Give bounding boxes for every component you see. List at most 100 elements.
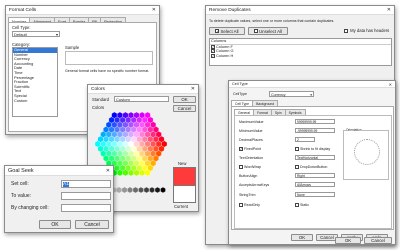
checkbox-icon[interactable]: ✓ — [211, 44, 215, 49]
ok-button[interactable]: OK — [173, 96, 196, 103]
to-value-input[interactable] — [61, 192, 111, 200]
colors-titlebar[interactable]: Colors ✕ — [88, 85, 198, 94]
shrink-to-fit-checkbox[interactable]: Shrink to fit display — [295, 147, 331, 152]
checkbox-icon[interactable]: ✓ — [211, 53, 215, 58]
column-label: Column H — [216, 52, 234, 58]
close-icon[interactable]: ✕ — [387, 7, 391, 13]
static-checkbox[interactable]: Static — [295, 203, 309, 208]
cell-type-label: Cell Type: — [12, 25, 31, 30]
maximum-value-field[interactable]: 99999999.99 — [295, 119, 335, 124]
format-cells-titlebar[interactable]: Format Cells ✕ — [6, 6, 159, 15]
minimum-value-label: MinimumValue — [239, 129, 263, 133]
orientation-label: Orientation — [346, 128, 362, 132]
close-icon[interactable]: ✕ — [152, 7, 156, 13]
remove-duplicates-ok-button[interactable]: OK — [335, 237, 361, 244]
fixed-point-label: FixedPoint — [244, 147, 261, 151]
grayscale-cell[interactable] — [138, 187, 144, 193]
close-icon[interactable]: ✕ — [106, 168, 110, 174]
cell-type-titlebar[interactable]: Cell Type ✕ — [229, 81, 395, 88]
current-color-swatch — [173, 185, 196, 203]
sample-label: Sample — [65, 45, 80, 50]
goal-seek-title: Goal Seek — [8, 167, 34, 174]
close-icon[interactable]: ✕ — [191, 86, 195, 92]
grayscale-cell[interactable] — [149, 187, 155, 193]
accepts-arrow-keys-label: AcceptsArrowKeys — [239, 183, 270, 187]
static-label: Static — [300, 203, 309, 207]
goal-seek-titlebar[interactable]: Goal Seek ✕ — [5, 166, 113, 176]
accepts-arrow-keys-select[interactable]: AllArrows — [295, 182, 335, 187]
string-trim-value: None — [297, 193, 305, 197]
checkbox-icon: ✓ — [215, 29, 220, 33]
grayscale-cell[interactable] — [154, 187, 161, 193]
select-all-button[interactable]: ✓ Select All — [209, 27, 245, 35]
text-orientation-label: TextOrientation — [239, 156, 264, 160]
button-align-select[interactable]: Right — [295, 173, 335, 178]
changing-cell-input[interactable] — [61, 204, 111, 212]
dropdown-button-label: DropDownButton — [300, 165, 328, 169]
checkbox-icon — [254, 29, 259, 33]
colors-title: Colors — [91, 86, 105, 92]
unselect-all-button[interactable]: Unselect All — [248, 27, 288, 35]
word-wrap-checkbox[interactable]: WordWrap — [239, 165, 262, 170]
checkbox-icon — [344, 28, 348, 33]
minimum-value-field[interactable]: -99999999.99 — [295, 128, 335, 133]
close-icon[interactable]: ✕ — [389, 82, 392, 87]
string-trim-select[interactable]: None — [295, 192, 335, 197]
remove-duplicates-cancel-button[interactable]: Cancel — [364, 237, 392, 244]
category-list[interactable]: General Number Currency Accounting Date … — [12, 47, 58, 117]
celltype-value: Currency — [271, 93, 286, 97]
cell-type-select[interactable]: Default ▾ — [12, 31, 60, 37]
remove-duplicates-instruction: To delete duplicate values, select one o… — [209, 19, 335, 23]
cell-type-value: Default — [14, 32, 27, 37]
button-align-label: ButtonAlign — [239, 174, 258, 178]
maximum-value-label: MaximumValue — [239, 120, 264, 124]
chevron-down-icon: ▾ — [310, 93, 312, 97]
dropdown-button-checkbox[interactable]: DropDownButton — [295, 165, 328, 170]
celltype-select[interactable]: Currency ▾ — [269, 91, 314, 97]
format-cells-title: Format Cells — [9, 7, 37, 13]
set-cell-input[interactable]: A1 — [61, 180, 111, 188]
custom-tab[interactable]: Custom — [114, 96, 169, 102]
colors-label: Colors — [92, 105, 105, 110]
sample-box — [65, 51, 153, 65]
accepts-arrow-keys-value: AllArrows — [297, 183, 311, 187]
general-panel: MaximumValue 99999999.99 MinimumValue -9… — [234, 115, 392, 229]
text-orientation-select[interactable]: TextHorizontal — [295, 155, 335, 160]
to-value-label: To value: — [11, 193, 32, 199]
goal-seek-dialog: Goal Seek ✕ Set cell: A1 To value: By ch… — [4, 165, 114, 233]
word-wrap-label: WordWrap — [244, 165, 262, 169]
checkbox-icon — [239, 165, 243, 170]
shrink-to-fit-label: Shrink to fit display — [300, 147, 331, 151]
grayscale-cell[interactable] — [132, 187, 139, 193]
cancel-button[interactable]: Cancel — [75, 220, 109, 229]
checkbox-icon[interactable]: ✓ — [211, 49, 215, 54]
checkbox-icon: ✓ — [239, 147, 243, 152]
list-item[interactable]: ✓Column H — [210, 52, 391, 59]
ok-button[interactable]: OK — [291, 234, 313, 241]
cell-type-title: Cell Type — [232, 82, 248, 86]
orientation-dial[interactable] — [354, 139, 380, 165]
read-only-checkbox[interactable]: ReadOnly — [239, 203, 260, 208]
decimal-places-label: DecimalPlaces — [239, 138, 263, 142]
color-cell[interactable] — [161, 140, 168, 148]
new-color-label: New — [178, 161, 187, 166]
unselect-all-label: Unselect All — [259, 28, 282, 34]
remove-duplicates-titlebar[interactable]: Remove Duplicates ✕ — [206, 6, 394, 15]
decimal-places-field[interactable]: 2 — [295, 137, 315, 142]
grayscale-cell[interactable] — [116, 187, 122, 193]
current-color-label: Current — [174, 204, 188, 209]
fixed-point-checkbox[interactable]: ✓FixedPoint — [239, 147, 261, 152]
headers-checkbox[interactable]: My data has headers — [344, 28, 389, 33]
standard-tab[interactable]: Standard — [92, 97, 109, 102]
read-only-label: ReadOnly — [244, 203, 260, 207]
grayscale-cell[interactable] — [127, 187, 133, 193]
list-item[interactable]: Custom — [13, 98, 57, 104]
checkbox-icon — [295, 203, 299, 208]
columns-list: Columns ✓Column F ✓Column G ✓Column H — [209, 38, 392, 66]
grayscale-cell[interactable] — [121, 187, 128, 193]
cancel-button[interactable]: Cancel — [173, 105, 196, 112]
ok-button[interactable]: OK — [39, 220, 71, 229]
grayscale-cell[interactable] — [160, 187, 166, 193]
set-cell-label: Set cell: — [11, 181, 29, 187]
grayscale-cell[interactable] — [143, 187, 150, 193]
